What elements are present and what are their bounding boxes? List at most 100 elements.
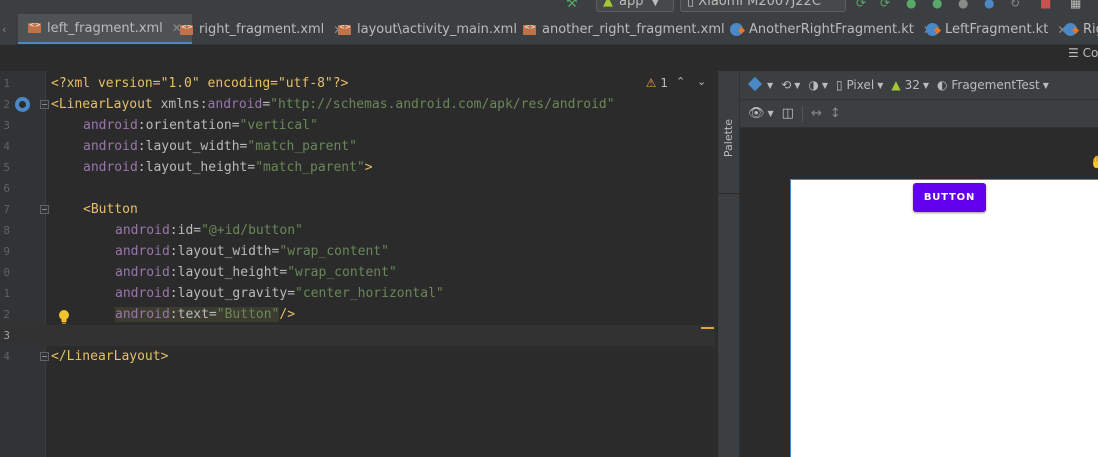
kotlin-file-icon bbox=[926, 23, 939, 36]
kotlin-file-icon bbox=[730, 23, 743, 36]
line-number: 2 bbox=[3, 308, 10, 321]
code-text: <?xml version="1.0" encoding="utf-8"?> bbox=[51, 73, 348, 94]
xml-attr: :orientation= bbox=[137, 118, 240, 133]
tab-another-right-fragment-kt[interactable]: AnotherRightFragment.kt ✕ bbox=[722, 14, 941, 44]
xml-value: "@+id/button" bbox=[201, 223, 303, 238]
chevron-down-icon: ▼ bbox=[767, 80, 774, 90]
device-preview[interactable] bbox=[790, 179, 1098, 457]
code-line: 4 android:layout_width="match_parent" bbox=[0, 136, 714, 157]
night-mode-select[interactable]: ◑ ▼ bbox=[808, 78, 828, 92]
debug-icon[interactable]: ● bbox=[906, 0, 916, 10]
tab-label: LeftFragment.kt bbox=[945, 22, 1049, 37]
code-line: 3 android:orientation="vertical" bbox=[0, 115, 714, 136]
design-toolbar-secondary: 👁 ▼ ◫ ↔ ↕ bbox=[740, 100, 1098, 128]
view-mode-menu[interactable]: ☰ Co bbox=[1068, 46, 1098, 60]
xml-value: "wrap_content" bbox=[279, 244, 389, 259]
attach-debugger-icon[interactable]: ● bbox=[958, 0, 968, 10]
coverage-icon[interactable]: ● bbox=[984, 0, 994, 10]
xml-value: "match_parent" bbox=[255, 160, 365, 175]
code-line: 8 android:id="@+id/button" bbox=[0, 220, 714, 241]
code-line: 1 android:layout_gravity="center_horizon… bbox=[0, 283, 714, 304]
tab-left-fragment-kt[interactable]: LeftFragment.kt ✕ bbox=[918, 14, 1075, 44]
tab-right-fragment-kt[interactable]: Rig bbox=[1056, 14, 1098, 44]
chevron-down-icon: ▼ bbox=[767, 109, 774, 118]
palette-label[interactable]: Palette bbox=[722, 119, 735, 157]
eye-icon: 👁 bbox=[748, 106, 765, 121]
android-layout-icon[interactable] bbox=[15, 97, 30, 112]
run-config-select[interactable]: ▲ app ▼ bbox=[596, 0, 674, 12]
xml-namespace: android bbox=[115, 244, 170, 259]
phone-icon: ▯ bbox=[836, 78, 843, 92]
editor-header-bar bbox=[0, 45, 714, 71]
xml-namespace: android bbox=[83, 160, 138, 175]
line-number: 2 bbox=[3, 98, 10, 111]
code-line: 2 android:text="Button"/> bbox=[0, 304, 714, 325]
xml-attr: :text= bbox=[169, 307, 217, 322]
palette-sidebar[interactable]: Palette bbox=[718, 71, 740, 457]
xml-value: "match_parent" bbox=[247, 139, 357, 154]
code-editor[interactable]: ⚠ 1 ⌃ ⌄ 1 <?xml version="1.0" encoding="… bbox=[0, 71, 714, 457]
code-line: 7 <Button bbox=[0, 199, 714, 220]
xml-namespace: android bbox=[207, 97, 263, 112]
orientation-select[interactable]: ⟲ ▼ bbox=[781, 78, 800, 92]
device-preview-select[interactable]: ▯ Pixel ▼ bbox=[836, 78, 883, 92]
line-number: 3 bbox=[3, 329, 10, 342]
blueprint-toggle[interactable]: ◫ bbox=[782, 106, 794, 121]
line-number: 1 bbox=[3, 77, 10, 90]
rerun-icon[interactable]: ↻ bbox=[1010, 0, 1020, 10]
main-toolbar: ⚒ ▲ app ▼ ▯ Xiaomi M2007J22C ⟳ ⟳ ● ● ● ● ↻… bbox=[0, 0, 1098, 14]
tab-right-fragment-xml[interactable]: right_fragment.xml ✕ bbox=[172, 14, 351, 44]
view-options-select[interactable]: 👁 ▼ bbox=[748, 106, 774, 121]
device-manager-icon[interactable]: ▦ bbox=[1070, 0, 1081, 10]
xml-value: "http://schemas.android.com/apk/res/andr… bbox=[270, 97, 615, 112]
line-number: 4 bbox=[3, 140, 10, 153]
build-hammer-icon[interactable]: ⚒ bbox=[566, 0, 578, 11]
arrows-horizontal-icon: ↔ bbox=[810, 106, 822, 121]
expand-horizontal-button[interactable]: ↔ bbox=[811, 106, 822, 121]
line-number: 7 bbox=[3, 203, 10, 216]
scrollbar-marker[interactable] bbox=[701, 327, 714, 329]
code-text: android:layout_height="match_parent"> bbox=[83, 157, 373, 178]
xml-namespace: android bbox=[83, 118, 138, 133]
xml-value: "vertical" bbox=[239, 118, 318, 133]
xml-file-icon bbox=[338, 23, 351, 35]
api-level-select[interactable]: ▲ 32 ▼ bbox=[891, 78, 929, 92]
expand-vertical-button[interactable]: ↕ bbox=[830, 106, 841, 121]
code-text: android:layout_gravity="center_horizonta… bbox=[115, 283, 444, 304]
tab-label: another_right_fragment.xml bbox=[542, 22, 725, 37]
pan-tool-icon[interactable]: ✋ bbox=[1090, 155, 1098, 169]
code-line: 6 bbox=[0, 178, 714, 199]
design-surface-select[interactable]: ▼ bbox=[748, 77, 773, 93]
device-select[interactable]: ▯ Xiaomi M2007J22C bbox=[680, 0, 846, 12]
xml-namespace: android bbox=[115, 307, 170, 322]
line-number: 6 bbox=[3, 182, 10, 195]
tab-another-right-fragment-xml[interactable]: another_right_fragment.xml ✕ bbox=[515, 14, 752, 44]
xml-attr: xmlns: bbox=[152, 97, 208, 112]
fold-icon[interactable] bbox=[40, 100, 49, 109]
device-preview-label: Pixel bbox=[846, 78, 875, 92]
tab-left-fragment-xml[interactable]: left_fragment.xml ✕ bbox=[18, 14, 192, 44]
tab-scroll-left-icon[interactable]: ‹ bbox=[0, 14, 16, 45]
fold-icon[interactable] bbox=[40, 352, 49, 361]
apply-changes-icon[interactable]: ⟳ bbox=[856, 0, 866, 10]
code-text: android:text="Button"/> bbox=[115, 304, 295, 325]
phone-icon: ▯ bbox=[687, 0, 695, 9]
xml-attr: :layout_width= bbox=[169, 244, 280, 259]
stop-icon[interactable]: ■ bbox=[1040, 0, 1051, 10]
theme-select[interactable]: ◐ FragementTest ▼ bbox=[937, 78, 1049, 92]
preview-button[interactable]: BUTTON bbox=[913, 183, 986, 212]
apply-code-changes-icon[interactable]: ⟳ bbox=[880, 0, 890, 10]
xml-value: "wrap_content" bbox=[287, 265, 397, 280]
lightbulb-icon[interactable] bbox=[58, 310, 70, 324]
xml-equals: = bbox=[262, 97, 271, 112]
chevron-down-icon: ▼ bbox=[821, 80, 829, 90]
night-mode-icon: ◑ bbox=[808, 78, 819, 92]
line-number: 4 bbox=[3, 350, 10, 363]
tab-activity-main-xml[interactable]: layout\activity_main.xml ✕ bbox=[330, 14, 544, 44]
xml-attr: :layout_gravity= bbox=[169, 286, 296, 301]
fold-icon[interactable] bbox=[40, 205, 49, 214]
chevron-down-icon: ▼ bbox=[922, 80, 930, 90]
xml-value: "Button" bbox=[216, 307, 280, 322]
xml-attr: :id= bbox=[169, 223, 202, 238]
profile-icon[interactable]: ● bbox=[932, 0, 942, 10]
